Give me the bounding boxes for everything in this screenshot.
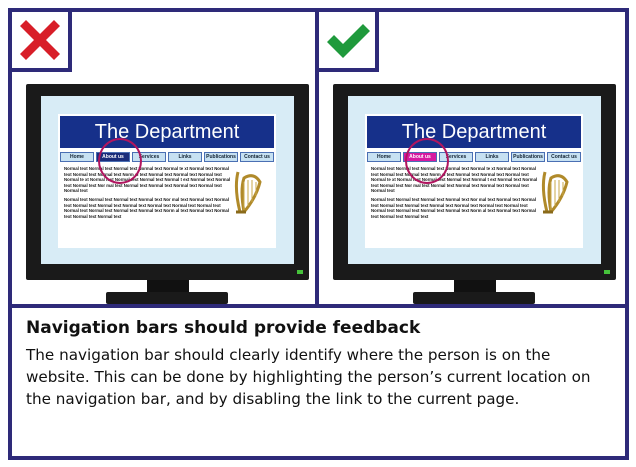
nav-item-links[interactable]: Links bbox=[168, 152, 202, 162]
red-cross-icon bbox=[20, 20, 60, 60]
correct-badge bbox=[315, 8, 379, 72]
navigation-bar: Home About us Services Links Publication… bbox=[60, 152, 274, 162]
nav-item-publications[interactable]: Publications bbox=[511, 152, 545, 162]
paragraph: Normal text Normal text Normal text Norm… bbox=[371, 166, 538, 194]
site-banner: The Department bbox=[367, 116, 581, 148]
harp-logo-icon bbox=[234, 171, 262, 214]
monitor-stand bbox=[106, 292, 228, 304]
paragraph: Normal text Normal text Normal text Norm… bbox=[64, 196, 229, 219]
harp-logo-icon bbox=[541, 171, 569, 214]
nav-item-contact-us[interactable]: Contact us bbox=[547, 152, 581, 162]
monitor: The Department Home About us Services Li… bbox=[333, 84, 616, 280]
power-led-icon bbox=[297, 270, 303, 274]
monitor-neck bbox=[147, 280, 189, 292]
nav-item-publications[interactable]: Publications bbox=[204, 152, 238, 162]
highlight-circle bbox=[98, 138, 142, 184]
monitor-screen: The Department Home About us Services Li… bbox=[41, 96, 294, 264]
site-banner: The Department bbox=[60, 116, 274, 148]
monitor-neck bbox=[454, 280, 496, 292]
monitor-stand bbox=[413, 292, 535, 304]
incorrect-badge bbox=[8, 8, 72, 72]
correct-example-panel: The Department Home About us Services Li… bbox=[315, 8, 629, 308]
nav-item-home[interactable]: Home bbox=[367, 152, 401, 162]
website-mockup: The Department Home About us Services Li… bbox=[365, 114, 583, 248]
highlight-circle bbox=[405, 138, 449, 184]
nav-item-links[interactable]: Links bbox=[475, 152, 509, 162]
paragraph: Normal text Normal text Normal text Norm… bbox=[64, 166, 231, 194]
caption-title: Navigation bars should provide feedback bbox=[26, 318, 421, 338]
monitor-screen: The Department Home About us Services Li… bbox=[348, 96, 601, 264]
nav-item-contact-us[interactable]: Contact us bbox=[240, 152, 274, 162]
power-led-icon bbox=[604, 270, 610, 274]
caption-box: Navigation bars should provide feedback … bbox=[8, 304, 629, 460]
incorrect-example-panel: The Department Home About us Services Li… bbox=[8, 8, 319, 308]
navigation-bar: Home About us Services Links Publication… bbox=[367, 152, 581, 162]
body-text: Normal text Normal text Normal text Norm… bbox=[64, 166, 232, 222]
monitor: The Department Home About us Services Li… bbox=[26, 84, 309, 280]
paragraph: Normal text Normal text Normal text Norm… bbox=[371, 196, 536, 219]
website-mockup: The Department Home About us Services Li… bbox=[58, 114, 276, 248]
caption-body: The navigation bar should clearly identi… bbox=[26, 346, 591, 408]
body-text: Normal text Normal text Normal text Norm… bbox=[371, 166, 539, 222]
nav-item-home[interactable]: Home bbox=[60, 152, 94, 162]
green-check-icon bbox=[327, 24, 370, 58]
